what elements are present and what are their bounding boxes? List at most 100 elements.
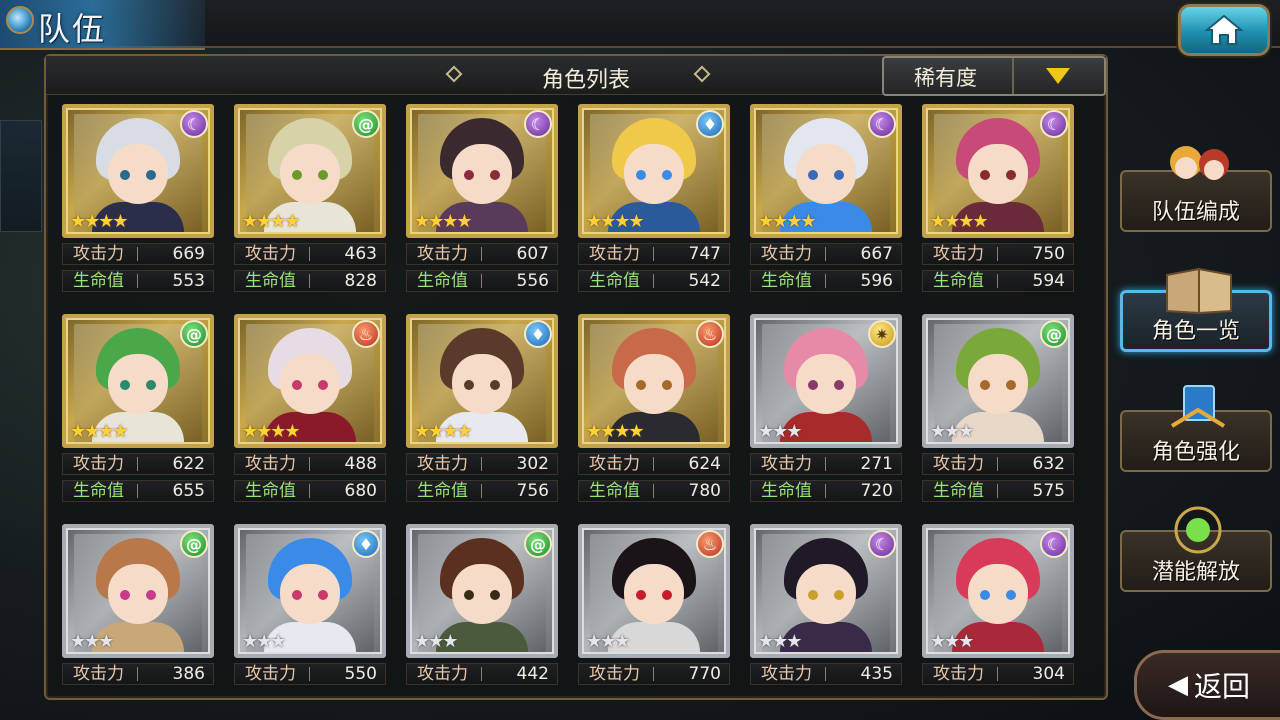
left-banner-decoration	[0, 120, 42, 232]
rarity-stars: ★★★★	[70, 211, 129, 232]
portrait-eye	[120, 590, 130, 600]
home-icon	[1204, 14, 1244, 45]
stat-divider	[137, 457, 138, 471]
stat-divider	[825, 247, 826, 261]
stat-divider	[481, 274, 482, 288]
portrait-eye	[490, 170, 500, 180]
rarity-stars: ★★★★	[586, 211, 645, 232]
rarity-stars: ★★★★	[70, 421, 129, 442]
dark-element-icon: ☾	[180, 110, 208, 138]
wind-element-icon: @	[180, 320, 208, 348]
attack-value: 271	[860, 454, 893, 474]
character-card[interactable]: @ ★★★★	[234, 104, 386, 238]
fire-element-icon: ♨	[696, 320, 724, 348]
attack-label: 攻击力	[245, 454, 296, 474]
attack-value: 770	[688, 664, 721, 684]
attack-value: 750	[1032, 244, 1065, 264]
attack-stat: 攻击力 302	[406, 453, 558, 475]
hp-label: 生命值	[933, 271, 984, 291]
character-card[interactable]: @ ★★★	[406, 524, 558, 658]
attack-value: 304	[1032, 664, 1065, 684]
dark-element-icon: ☾	[868, 110, 896, 138]
back-button-label: 返回	[1193, 670, 1250, 703]
portrait-face	[452, 354, 512, 414]
portrait-eye	[1006, 590, 1016, 600]
dropdown-arrow-icon	[1046, 68, 1070, 84]
attack-value: 624	[688, 454, 721, 474]
wind-element-icon: @	[524, 530, 552, 558]
sort-dropdown[interactable]: 稀有度	[882, 56, 1106, 96]
home-button[interactable]	[1178, 4, 1270, 56]
hp-value: 780	[688, 481, 721, 501]
character-overview-button[interactable]: 角色一览	[1120, 267, 1272, 352]
character-card[interactable]: @ ★★★	[922, 314, 1074, 448]
stat-divider	[825, 274, 826, 288]
rarity-stars: ★★★	[758, 631, 802, 652]
character-card[interactable]: ♨ ★★★★	[578, 314, 730, 448]
sort-label: 稀有度	[914, 66, 977, 90]
portrait-eye	[808, 380, 818, 390]
portrait-eye	[636, 590, 646, 600]
team-formation-button[interactable]: 队伍编成	[1120, 146, 1272, 232]
attack-label: 攻击力	[73, 244, 124, 264]
hp-value: 655	[172, 481, 205, 501]
character-card[interactable]: ♨ ★★★	[578, 524, 730, 658]
attack-label: 攻击力	[761, 244, 812, 264]
character-card[interactable]: ♦ ★★★★	[406, 314, 558, 448]
hp-value: 553	[172, 271, 205, 291]
character-card[interactable]: ♦ ★★★★	[578, 104, 730, 238]
sort-dropdown-toggle[interactable]	[1012, 58, 1104, 94]
hp-stat: 生命值 756	[406, 480, 558, 502]
side-menu-label: 潜能解放	[1151, 560, 1240, 585]
hp-value: 680	[344, 481, 377, 501]
portrait-face	[108, 354, 168, 414]
portrait-eye	[662, 380, 672, 390]
rarity-stars: ★★★★	[930, 211, 989, 232]
character-card[interactable]: ♨ ★★★★	[234, 314, 386, 448]
attack-stat: 攻击力 667	[750, 243, 902, 265]
character-card[interactable]: @ ★★★★	[62, 314, 214, 448]
portrait-eye	[318, 380, 328, 390]
rarity-stars: ★★★★	[586, 421, 645, 442]
character-card[interactable]: ☾ ★★★★	[922, 104, 1074, 238]
hp-stat: 生命值 553	[62, 270, 214, 292]
hp-label: 生命值	[417, 481, 468, 501]
portrait-face	[796, 354, 856, 414]
character-card[interactable]: ✷ ★★★	[750, 314, 902, 448]
portrait-eye	[834, 170, 844, 180]
potential-unlock-button[interactable]: 潜能解放	[1120, 506, 1272, 592]
character-card[interactable]: ☾ ★★★★	[750, 104, 902, 238]
hp-label: 生命值	[245, 271, 296, 291]
character-card[interactable]: @ ★★★	[62, 524, 214, 658]
rarity-stars: ★★★★	[758, 211, 817, 232]
hp-stat: 生命值 596	[750, 270, 902, 292]
attack-stat: 攻击力 607	[406, 243, 558, 265]
team-portraits-icon	[1170, 146, 1229, 180]
stat-divider	[137, 667, 138, 681]
character-card[interactable]: ☾ ★★★	[750, 524, 902, 658]
attack-stat: 攻击力 624	[578, 453, 730, 475]
attack-label: 攻击力	[417, 454, 468, 474]
attack-stat: 攻击力 304	[922, 663, 1074, 685]
portrait-eye	[662, 170, 672, 180]
hp-value: 720	[860, 481, 893, 501]
rarity-stars: ★★★★	[242, 421, 301, 442]
stat-divider	[309, 667, 310, 681]
character-card[interactable]: ☾ ★★★★	[406, 104, 558, 238]
character-card[interactable]: ♦ ★★★	[234, 524, 386, 658]
attack-value: 488	[344, 454, 377, 474]
stat-divider	[997, 484, 998, 498]
character-card[interactable]: ☾ ★★★	[922, 524, 1074, 658]
stat-divider	[653, 247, 654, 261]
rarity-stars: ★★★	[242, 631, 286, 652]
back-button[interactable]: ◀ 返回	[1134, 650, 1280, 720]
character-enhance-button[interactable]: 角色强化	[1120, 385, 1272, 472]
portrait-face	[968, 144, 1028, 204]
character-card[interactable]: ☾ ★★★★	[62, 104, 214, 238]
portrait-eye	[980, 380, 990, 390]
hp-stat: 生命值 680	[234, 480, 386, 502]
portrait-eye	[662, 590, 672, 600]
rarity-stars: ★★★	[930, 421, 974, 442]
attack-value: 302	[516, 454, 549, 474]
portrait-face	[624, 564, 684, 624]
